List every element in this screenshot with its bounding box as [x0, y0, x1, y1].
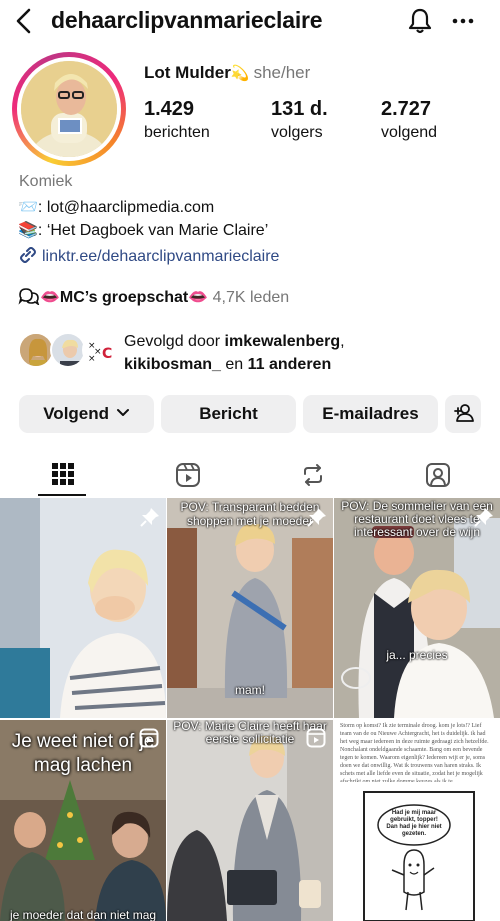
message-button[interactable]: Bericht [161, 395, 296, 433]
post-4[interactable]: Je weet niet of je mag lachen je moeder … [0, 720, 166, 921]
pin-icon [306, 506, 328, 528]
stat-posts[interactable]: 1.429 berichten [144, 98, 210, 142]
bio-book-line: 📚: ‘Het Dagboek van Marie Claire’ [18, 220, 268, 240]
posts-grid: POV: Transparant bedden shoppen met je m… [0, 498, 500, 921]
link-icon [20, 247, 36, 263]
bio-link-text: linktr.ee/dehaarclipvanmarieclaire [42, 248, 280, 265]
profile-handle: dehaarclipvanmarieclaire [51, 7, 323, 33]
books-emoji: 📚 [18, 222, 38, 239]
stat-following-value: 2.727 [381, 98, 432, 120]
svg-text:C: C [102, 346, 112, 362]
followed-by-middle: en [220, 356, 248, 373]
followed-by-user-1[interactable]: imkewalenberg [225, 333, 341, 350]
svg-text:×: × [88, 354, 96, 364]
post-2[interactable]: POV: Transparant bedden shoppen met je m… [167, 498, 333, 718]
story-ring[interactable] [12, 52, 126, 166]
post-4-bottom-text: je moeder dat dan niet mag [9, 908, 157, 921]
tagged-icon [425, 463, 450, 487]
avatar [21, 61, 117, 157]
email-button[interactable]: E-mailadres [303, 395, 438, 433]
pronouns: she/her [253, 63, 311, 82]
group-chat-icon [18, 288, 40, 306]
group-chat-members: 4,7K leden [212, 289, 290, 306]
more-horizontal-icon [452, 18, 474, 24]
bio-book-text: : ‘Het Dagboek van Marie Claire’ [37, 222, 269, 239]
lips-emoji-2: 👄 [188, 289, 209, 306]
profile-tabs [0, 450, 500, 498]
add-person-icon [454, 404, 474, 422]
post-5-image [167, 720, 333, 921]
post-6[interactable]: Storm op komst? Ik zie terminale droog. … [334, 720, 500, 921]
reel-icon [306, 728, 326, 748]
tab-posts[interactable] [0, 450, 125, 498]
profile-category: Komiek [19, 173, 73, 190]
stat-followers[interactable]: 131 d. volgers [271, 98, 328, 142]
chevron-down-icon [116, 409, 129, 416]
envelope-emoji: 📨 [18, 199, 38, 216]
stat-following[interactable]: 2.727 volgend [381, 98, 437, 142]
top-bar: dehaarclipvanmarieclaire [0, 0, 500, 44]
bio-link[interactable]: linktr.ee/dehaarclipvanmarieclaire [18, 247, 279, 266]
active-tab-indicator [38, 494, 86, 496]
stat-following-label: volgend [381, 124, 438, 141]
following-button-label: Volgend [43, 404, 110, 423]
post-6-bubble-text: Had je mij maar gebruikt, topper! Dan ha… [386, 810, 442, 837]
following-button[interactable]: Volgend [19, 395, 154, 433]
followed-by-prefix: Gevolgd door [124, 333, 225, 350]
post-3-overlay: ja... precies [386, 648, 448, 662]
sparkle-emoji: 💫 [230, 65, 250, 82]
bio-email-line: 📨: lot@haarclipmedia.com [18, 197, 214, 217]
display-name: Lot Mulder [144, 63, 231, 82]
tab-tagged[interactable] [375, 450, 500, 498]
post-3[interactable]: POV: De sommelier van een restaurant doe… [334, 498, 500, 718]
followed-by-row[interactable]: × × × C Gevolgd door imkewalenberg, kiki… [18, 330, 488, 376]
post-5[interactable]: POV: Marie Claire heeft haar eerste soll… [167, 720, 333, 921]
follower-avatar-1 [18, 332, 54, 368]
reels-icon [175, 463, 200, 487]
follower-avatar-3: × × × C [82, 332, 118, 368]
pin-icon [139, 506, 161, 528]
group-chat-row[interactable]: 👄MC’s groepschat👄 4,7K leden [18, 287, 289, 307]
lips-emoji: 👄 [40, 289, 60, 306]
reel-icon [139, 728, 159, 748]
followed-by-user-2[interactable]: kikibosman_ [124, 356, 221, 373]
followed-by-text: Gevolgd door imkewalenberg, kikibosman_ … [124, 330, 345, 376]
stat-posts-label: berichten [144, 124, 210, 141]
display-name-row: Lot Mulder💫 she/her [144, 63, 310, 83]
repost-icon [303, 464, 322, 486]
back-button[interactable] [10, 6, 40, 36]
tab-reels[interactable] [125, 450, 250, 498]
stat-posts-value: 1.429 [144, 98, 195, 120]
bio-email-text: : lot@haarclipmedia.com [37, 199, 215, 216]
suggested-accounts-button[interactable] [445, 395, 481, 433]
group-chat-name: MC’s groepschat [59, 289, 189, 306]
tab-reposts[interactable] [250, 450, 375, 498]
follower-avatar-2 [50, 332, 86, 368]
followed-by-separator: , [340, 333, 345, 350]
post-2-overlay: mam! [235, 683, 265, 697]
stat-followers-value: 131 d. [271, 98, 328, 120]
notifications-button[interactable] [405, 6, 435, 36]
chevron-left-icon [16, 8, 31, 34]
grid-icon [51, 463, 74, 485]
more-options-button[interactable] [448, 6, 478, 36]
followed-by-others[interactable]: 11 anderen [248, 356, 332, 373]
post-1-image [0, 498, 166, 718]
bell-icon [408, 8, 432, 34]
pin-icon [473, 506, 495, 528]
post-1[interactable] [0, 498, 166, 718]
stat-followers-label: volgers [271, 124, 323, 141]
